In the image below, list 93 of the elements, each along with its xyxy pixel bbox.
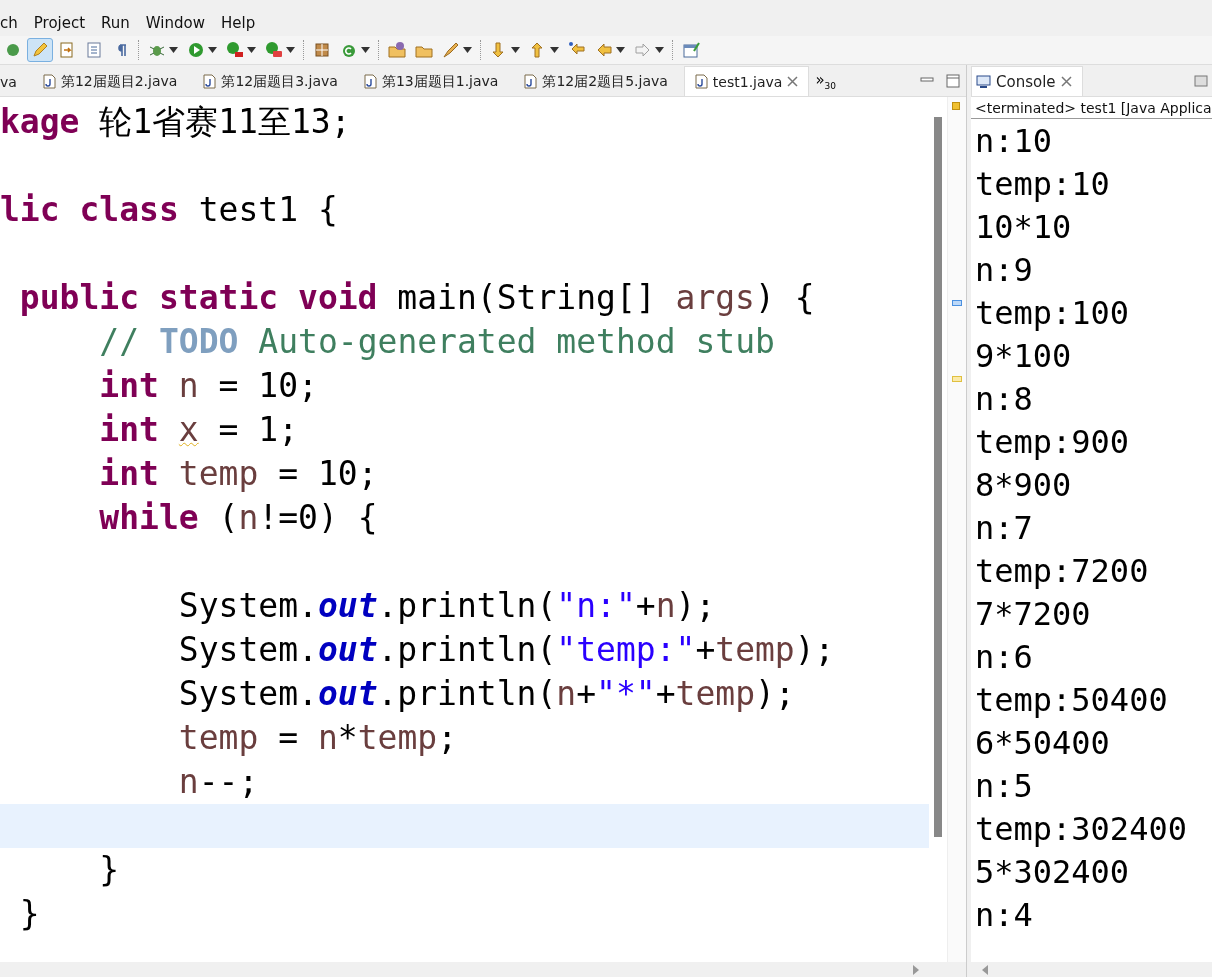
tab-label: 第12届2题目5.java [542,72,668,91]
console-output-line: temp:900 [975,422,1131,463]
code-line: n--; [177,762,259,801]
console-output-line: n:8 [975,379,1034,420]
console-output-line: 7*7200 [975,594,1092,635]
editor-tab[interactable]: 第12届题目3.java [193,67,354,96]
code-line: public static void main(String[] args) { [18,278,815,317]
console-output-line: n:9 [975,250,1034,291]
console-output-line: 10*10 [975,207,1073,248]
maximize-icon[interactable] [946,74,960,88]
menu-item[interactable]: Run [93,14,138,32]
menu-item[interactable]: Window [137,14,213,32]
warning-marker[interactable] [952,102,960,110]
menu-item[interactable]: ch [0,14,26,32]
console-status: <terminated> test1 [Java Applica [971,97,1212,119]
console-output-line: temp:7200 [975,551,1150,592]
window-icon[interactable] [1194,73,1208,88]
caret-icon [286,47,295,53]
code-line: lic class test1 { [0,190,338,229]
java-file-icon [42,74,56,89]
caret-icon [655,47,664,53]
brush-icon [442,41,460,59]
circle-icon [4,41,22,59]
caret-icon [511,47,520,53]
editor-tab[interactable]: 第13届题目1.java [353,67,515,96]
code-line: System.out.println(n+"*"+temp); [177,674,795,713]
console-output-line: temp:50400 [975,680,1169,721]
tab-label: Console [996,72,1056,91]
code-line: kage 轮1省赛11至13; [0,102,351,141]
folder-icon [388,41,406,59]
code-line: int temp = 10; [98,454,378,493]
warning-marker[interactable] [952,376,962,382]
java-file-icon [203,74,217,89]
box-icon [313,41,331,59]
occurrence-marker[interactable] [952,300,962,306]
code-line: temp = n*temp; [177,718,457,757]
console-output-line: 8*900 [975,465,1073,506]
caret-icon [616,47,625,53]
code-line: System.out.println("n:"+n); [177,586,716,625]
console-output-line: n:6 [975,637,1034,678]
console-output-line: n:5 [975,766,1034,807]
console-output-line: 5*302400 [975,852,1131,893]
console-output-line: 9*100 [975,336,1073,377]
document-icon [58,41,76,59]
scrollbar[interactable] [971,962,1212,977]
editor-tab[interactable]: 第12届2题目5.java [514,67,684,96]
caret-icon [169,47,178,53]
caret-icon [463,47,472,53]
arrow-right-icon [634,41,652,59]
document-icon [85,41,103,59]
pencil-icon [31,41,49,59]
code-line: System.out.println("temp:"+temp); [177,630,835,669]
console-output-line: 6*50400 [975,723,1111,764]
console-output-line: n:10 [975,121,1054,162]
editor-tab[interactable]: test1.java [683,66,810,96]
code-line: int n = 10; [98,366,318,405]
menu-item[interactable]: Project [25,14,94,32]
code-line: while (n!=0) { [98,498,378,537]
tab-label: 第12届题目3.java [221,72,338,91]
tab-label: 第13届题目1.java [381,72,499,91]
editor-tab[interactable]: 第12届题目2.java [32,67,194,96]
scrollbar[interactable] [0,962,966,977]
monitor-icon [976,74,991,89]
console-output-line: n:7 [975,508,1034,549]
tab-label: 第12届题目2.java [60,72,178,91]
console-output-line: temp:100 [975,293,1131,334]
window-icon [682,41,700,59]
caret-icon [208,47,217,53]
console-tab[interactable]: Console [971,66,1083,96]
tab-label: test1.java [712,73,783,90]
editor-tab[interactable]: va [0,67,33,96]
code-line: int x = 1; [98,410,299,449]
menu-item[interactable]: Help [213,14,264,32]
java-file-icon [694,74,708,89]
close-icon[interactable] [787,76,799,87]
code-line: // TODO Auto-generated method stub [98,322,775,361]
arrow-left-icon [595,41,613,59]
console-output-line: temp:302400 [975,809,1188,850]
caret-icon [361,47,370,53]
close-icon[interactable] [1060,76,1072,87]
java-file-icon [524,74,538,89]
console-output-line: temp:10 [975,164,1111,205]
code-line: } [18,894,40,933]
caret-icon [247,47,256,53]
tab-label: va [0,73,17,90]
caret-icon [550,47,559,53]
code-line: } [98,850,120,889]
arrow-left-icon[interactable] [981,964,989,975]
java-file-icon [363,74,377,89]
arrow-right-icon[interactable] [912,964,920,975]
more-tabs-button[interactable]: »$_{30}$ [809,70,843,91]
console-output-line: n:4 [975,895,1034,936]
scrollbar-thumb[interactable] [934,117,942,837]
